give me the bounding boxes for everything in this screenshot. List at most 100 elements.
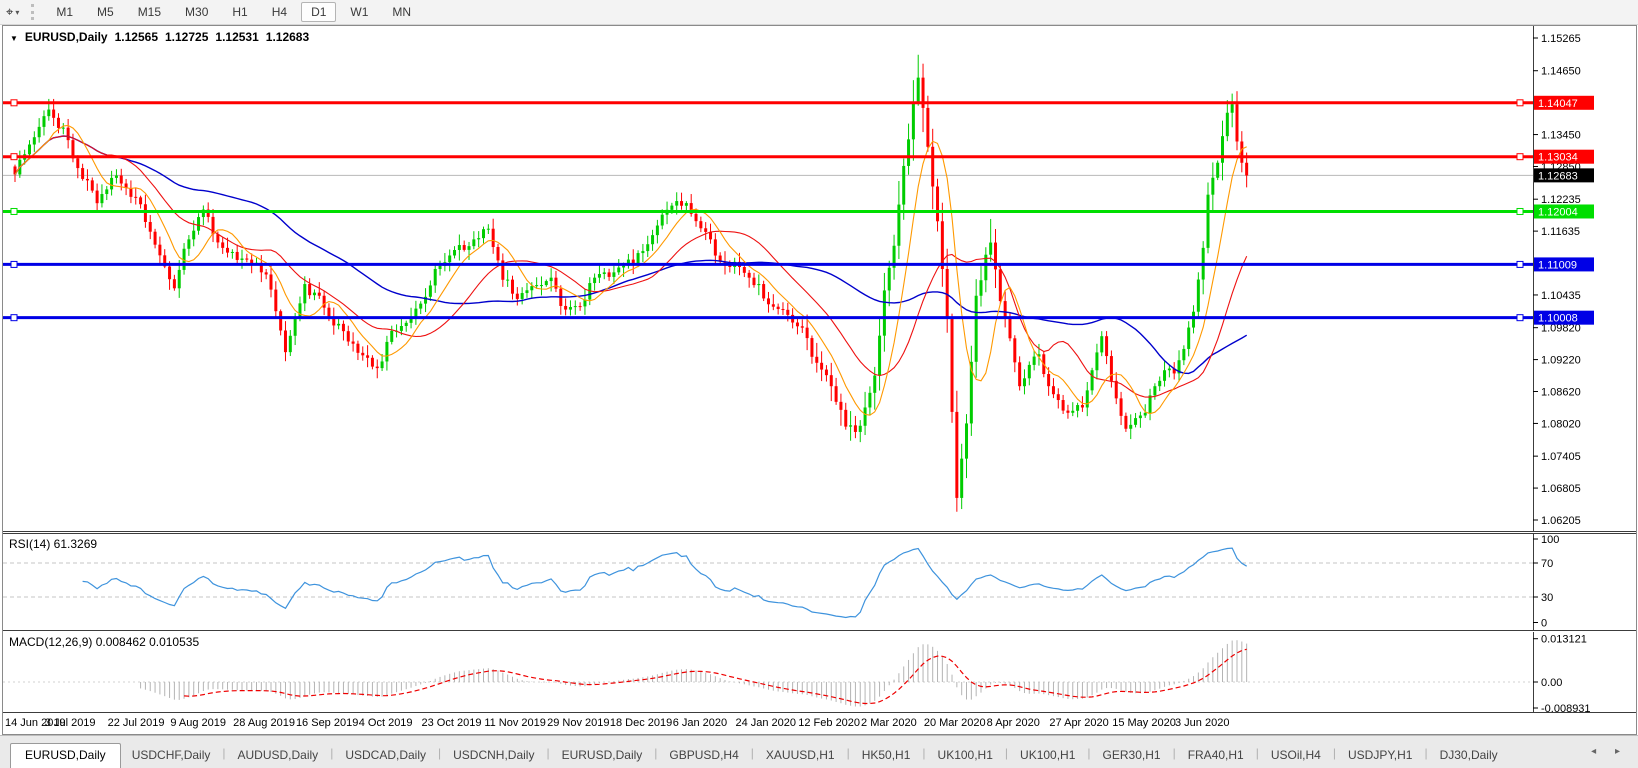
tab-scroll-right-icon[interactable]: ▸ <box>1615 746 1628 757</box>
svg-text:1.12235: 1.12235 <box>1541 194 1581 206</box>
svg-text:100: 100 <box>1541 534 1559 546</box>
tab-scroll-left-icon[interactable]: ◂ <box>1591 746 1604 757</box>
tab-separator: | <box>546 746 550 760</box>
ma-line-8[interactable] <box>14 124 1247 416</box>
chart-tab-xauusd-h1[interactable]: XAUUSD,H1 <box>755 744 846 768</box>
chart-window: 1.15265 1.14650 1.13450 1.12850 1.12235 1.116… <box>2 25 1637 735</box>
rsi-axis[interactable]: 100 70 30 0 <box>1533 534 1559 630</box>
svg-text:1.11009: 1.11009 <box>1538 259 1577 271</box>
date-label: 2 Mar 2020 <box>861 717 917 729</box>
svg-text:1.08620: 1.08620 <box>1541 387 1581 399</box>
tab-separator: | <box>1255 746 1259 760</box>
chart-tab-usdchf-daily[interactable]: USDCHF,Daily <box>121 744 222 768</box>
date-label: 18 Dec 2019 <box>609 717 673 729</box>
svg-text:1.06805: 1.06805 <box>1541 483 1581 495</box>
chart-tab-usdcad-daily[interactable]: USDCAD,Daily <box>334 744 437 768</box>
timeframe-button-h4[interactable]: H4 <box>262 2 297 22</box>
chart-tab-eurusd-daily[interactable]: EURUSD,Daily <box>10 743 121 768</box>
chart-tab-fra40-h1[interactable]: FRA40,H1 <box>1177 744 1255 768</box>
chart-tab-uk100-h1[interactable]: UK100,H1 <box>1009 744 1086 768</box>
rsi-line <box>82 547 1248 619</box>
date-label: 24 Jan 2020 <box>735 717 797 729</box>
tab-separator: | <box>750 746 754 760</box>
date-axis[interactable]: 14 Jun 2019 3 Jul 2019 22 Jul 2019 9 Aug 20… <box>3 713 1636 734</box>
svg-text:1.08020: 1.08020 <box>1541 418 1581 430</box>
tab-separator: | <box>1172 746 1176 760</box>
chart-tab-gbpusd-h4[interactable]: GBPUSD,H4 <box>658 744 749 768</box>
chart-cursor-icon: ⌖ <box>6 4 14 19</box>
svg-text:1.10435: 1.10435 <box>1541 290 1581 302</box>
svg-text:0: 0 <box>1541 618 1547 630</box>
timeframe-toolbar: ⌖ ▾ M1 M5 M15 M30 H1 H4 D1 W1 MN <box>0 0 1638 25</box>
hline-1.10008[interactable] <box>3 314 1533 322</box>
tab-separator: | <box>1332 746 1336 760</box>
date-label: 8 Apr 2020 <box>986 717 1040 729</box>
svg-text:-0.008931: -0.008931 <box>1541 703 1591 712</box>
hline-1.12004[interactable] <box>3 207 1533 215</box>
tab-separator: | <box>1424 746 1428 760</box>
timeframe-button-mn[interactable]: MN <box>382 2 421 22</box>
chart-tab-usoil-h4[interactable]: USOil,H4 <box>1260 744 1332 768</box>
date-label: 20 Mar 2020 <box>923 717 986 729</box>
date-label: 22 Jul 2019 <box>107 717 165 729</box>
hline-1.13034[interactable] <box>3 153 1533 161</box>
timeframe-button-h1[interactable]: H1 <box>222 2 257 22</box>
macd-panel[interactable]: 0.013121 0.00 -0.008931 <box>3 632 1637 712</box>
chart-tab-audusd-daily[interactable]: AUDUSD,Daily <box>227 744 330 768</box>
hline-1.14047[interactable] <box>3 99 1533 107</box>
tab-separator: | <box>330 746 334 760</box>
chart-tab-ger30-h1[interactable]: GER30,H1 <box>1092 744 1172 768</box>
timeframe-button-m15[interactable]: M15 <box>128 2 171 22</box>
timeframe-button-m30[interactable]: M30 <box>175 2 218 22</box>
timeframe-button-m5[interactable]: M5 <box>87 2 124 22</box>
timeframe-buttons: M1 M5 M15 M30 H1 H4 D1 W1 MN <box>44 2 423 22</box>
date-label: 4 Oct 2019 <box>358 717 413 729</box>
chart-tab-usdjpy-h1[interactable]: USDJPY,H1 <box>1337 744 1423 768</box>
hline-handle <box>1516 314 1524 322</box>
chart-tab-usdcnh-daily[interactable]: USDCNH,Daily <box>442 744 545 768</box>
svg-text:1.10008: 1.10008 <box>1538 313 1578 325</box>
tab-separator: | <box>222 746 226 760</box>
timeframe-button-m1[interactable]: M1 <box>46 2 83 22</box>
svg-text:30: 30 <box>1541 592 1553 604</box>
chart-tab-hk50-h1[interactable]: HK50,H1 <box>851 744 922 768</box>
chart-tab-dj30-daily[interactable]: DJ30,Daily <box>1429 744 1509 768</box>
svg-text:1.06205: 1.06205 <box>1541 515 1581 527</box>
timeframe-button-w1[interactable]: W1 <box>340 2 378 22</box>
date-label: 6 Jan 2020 <box>672 717 728 729</box>
timeframe-button-d1[interactable]: D1 <box>301 2 337 22</box>
svg-text:1.14047: 1.14047 <box>1538 98 1578 110</box>
chart-tab-eurusd-daily[interactable]: EURUSD,Daily <box>551 744 654 768</box>
svg-text:1.11635: 1.11635 <box>1541 226 1580 238</box>
date-label: 3 Jun 2020 <box>1175 717 1230 729</box>
hline-handle <box>1516 153 1524 161</box>
chevron-down-icon[interactable]: ▾ <box>15 8 19 17</box>
mt4-window: ⌖ ▾ M1 M5 M15 M30 H1 H4 D1 W1 MN 1.15265 1.14650 1… <box>0 0 1638 768</box>
svg-text:1.12683: 1.12683 <box>1538 170 1578 182</box>
svg-text:1.13034: 1.13034 <box>1538 152 1578 164</box>
macd-axis[interactable]: 0.013121 0.00 -0.008931 <box>1533 632 1591 712</box>
hline-handle <box>1516 207 1524 215</box>
ma-line-50[interactable] <box>14 135 1248 375</box>
tab-separator: | <box>1004 746 1009 760</box>
svg-text:1.14650: 1.14650 <box>1541 66 1581 78</box>
chart-tab-uk100-h1[interactable]: UK100,H1 <box>927 744 1004 768</box>
date-label: 12 Feb 2020 <box>798 717 861 729</box>
chart-cursor-button[interactable]: ⌖ ▾ <box>6 4 19 20</box>
svg-text:1.15265: 1.15265 <box>1541 33 1581 45</box>
rsi-panel[interactable]: 100 70 30 0 <box>3 534 1637 630</box>
candlestick-chart[interactable]: 1.152651.146501.134501.128501.122351.116… <box>3 26 1637 531</box>
svg-text:70: 70 <box>1541 558 1553 570</box>
tab-scroll-arrows: ◂ ▸ <box>1591 746 1628 757</box>
date-label: 9 Aug 2019 <box>170 717 227 729</box>
tab-separator: | <box>1087 746 1091 760</box>
price-axis[interactable]: 1.152651.146501.134501.128501.122351.116… <box>1533 26 1594 531</box>
date-label: 3 Jul 2019 <box>44 717 96 729</box>
hline-handle <box>10 99 18 107</box>
date-label: 29 Nov 2019 <box>547 717 610 729</box>
svg-text:0.013121: 0.013121 <box>1541 634 1587 646</box>
date-label: 16 Sep 2019 <box>295 717 359 729</box>
svg-text:0.00: 0.00 <box>1541 677 1562 689</box>
date-label: 28 Aug 2019 <box>233 717 295 729</box>
date-label: 11 Nov 2019 <box>484 717 546 729</box>
